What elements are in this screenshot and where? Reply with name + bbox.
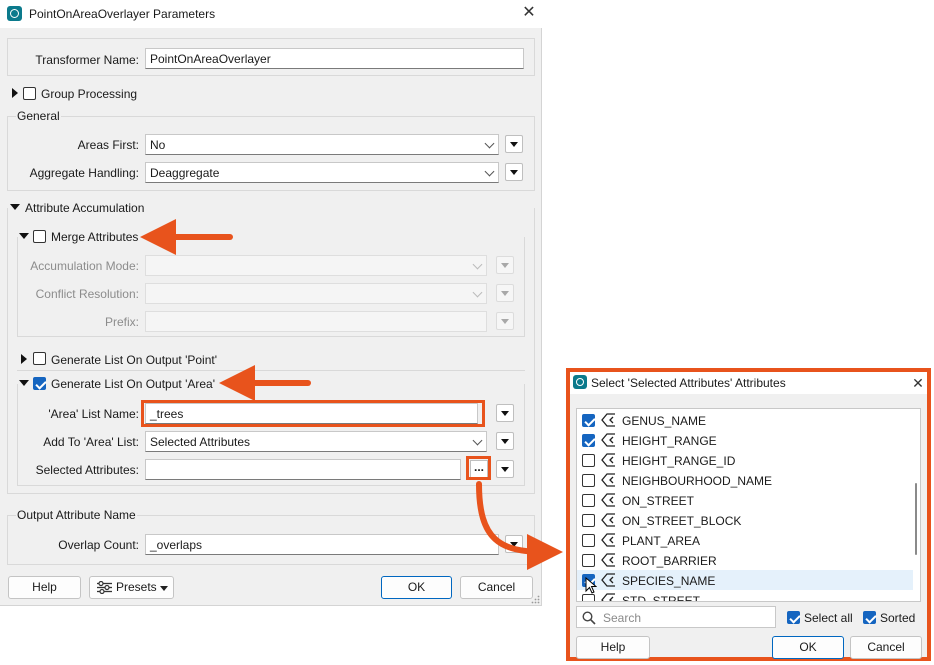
attribute-name: GENUS_NAME <box>622 414 707 428</box>
attribute-icon <box>601 573 615 587</box>
attribute-name: ON_STREET_BLOCK <box>622 514 742 528</box>
attribute-list[interactable]: STD_STREET SPECIES_NAME ROOT_BARRIER PLANT_… <box>576 408 921 602</box>
attribute-name: HEIGHT_RANGE <box>622 434 717 448</box>
attribute-row[interactable]: SPECIES_NAME <box>577 570 913 590</box>
attribute-row[interactable]: PLANT_AREA <box>577 530 913 550</box>
attribute-name: HEIGHT_RANGE_ID <box>622 454 736 468</box>
attribute-checkbox[interactable] <box>582 514 595 527</box>
select-attributes-dialog: Select 'Selected Attributes' Attributes … <box>566 368 931 661</box>
attribute-icon <box>601 533 615 547</box>
attribute-icon <box>601 493 615 507</box>
scrollbar[interactable] <box>912 409 920 601</box>
attribute-checkbox[interactable] <box>582 554 595 567</box>
attribute-row[interactable]: STD_STREET <box>577 590 913 602</box>
attribute-icon <box>601 413 615 427</box>
attribute-icon <box>601 453 615 467</box>
scrollbar-thumb[interactable] <box>915 483 917 555</box>
search-placeholder: Search <box>603 611 642 625</box>
fme-app-icon <box>573 375 587 389</box>
select-ok-button[interactable]: OK <box>772 636 844 659</box>
attribute-icon <box>601 473 615 487</box>
arrow-to-select-dialog <box>476 481 563 570</box>
attribute-row[interactable]: HEIGHT_RANGE <box>577 430 913 450</box>
search-input[interactable]: Search <box>576 606 776 628</box>
select-dialog-title: Select 'Selected Attributes' Attributes <box>591 376 786 390</box>
sorted-checkbox[interactable] <box>863 611 876 624</box>
attribute-row[interactable]: ON_STREET_BLOCK <box>577 510 913 530</box>
attribute-row[interactable]: HEIGHT_RANGE_ID <box>577 450 913 470</box>
attribute-checkbox[interactable] <box>582 474 595 487</box>
close-icon[interactable]: ✕ <box>911 374 925 392</box>
attribute-checkbox[interactable] <box>582 414 595 427</box>
attribute-checkbox[interactable] <box>582 534 595 547</box>
select-dialog-title-bar: Select 'Selected Attributes' Attributes … <box>570 372 927 394</box>
sorted-label: Sorted <box>880 611 916 625</box>
attribute-row[interactable]: ROOT_BARRIER <box>577 550 913 570</box>
attribute-name: STD_STREET <box>622 594 701 602</box>
search-icon <box>582 611 596 625</box>
attribute-checkbox[interactable] <box>582 594 595 601</box>
attribute-checkbox[interactable] <box>582 494 595 507</box>
attribute-icon <box>601 553 615 567</box>
mouse-cursor-icon <box>585 577 597 594</box>
attribute-row[interactable]: ON_STREET <box>577 490 913 510</box>
attribute-checkbox[interactable] <box>582 434 595 447</box>
attribute-name: SPECIES_NAME <box>622 574 716 588</box>
attribute-row[interactable]: NEIGHBOURHOOD_NAME <box>577 470 913 490</box>
attribute-checkbox[interactable] <box>582 454 595 467</box>
select-help-button[interactable]: Help <box>576 636 650 659</box>
attribute-name: NEIGHBOURHOOD_NAME <box>622 474 773 488</box>
attribute-name: PLANT_AREA <box>622 534 701 548</box>
attribute-name: ON_STREET <box>622 494 695 508</box>
select-all-checkbox[interactable] <box>787 611 800 624</box>
attribute-icon <box>601 433 615 447</box>
attribute-icon <box>601 593 615 601</box>
attribute-name: ROOT_BARRIER <box>622 554 717 568</box>
select-all-label: Select all <box>804 611 853 625</box>
attribute-icon <box>601 513 615 527</box>
attribute-row[interactable]: GENUS_NAME <box>577 410 913 430</box>
select-cancel-button[interactable]: Cancel <box>850 636 922 659</box>
